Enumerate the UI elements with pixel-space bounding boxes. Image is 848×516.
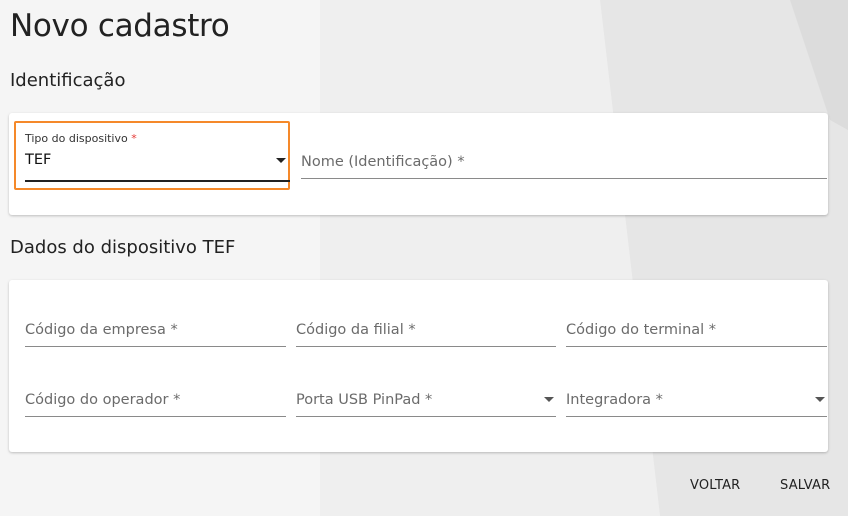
codigo-empresa-input[interactable]: Código da empresa * [25, 302, 286, 347]
dados-dispositivo-card: Código da empresa * Código da filial * C… [9, 280, 828, 452]
page-title: Novo cadastro [10, 8, 230, 44]
codigo-filial-input[interactable]: Código da filial * [296, 302, 556, 347]
dropdown-arrow-icon [544, 397, 554, 402]
tipo-dispositivo-select[interactable]: Tipo do dispositivo * TEF [25, 130, 290, 182]
required-mark: * [131, 132, 137, 145]
tipo-dispositivo-label: Tipo do dispositivo * [25, 132, 137, 145]
porta-usb-pinpad-select[interactable]: Porta USB PinPad * [296, 372, 556, 417]
codigo-operador-label: Código do operador * [25, 392, 181, 408]
section-title-identificacao: Identificação [10, 70, 126, 91]
codigo-terminal-label: Código do terminal * [566, 322, 717, 338]
tipo-dispositivo-value: TEF [25, 152, 52, 168]
tipo-dispositivo-label-text: Tipo do dispositivo [25, 132, 128, 145]
nome-identificacao-label: Nome (Identificação) * [301, 154, 465, 170]
codigo-filial-label: Código da filial * [296, 322, 416, 338]
voltar-button[interactable]: VOLTAR [684, 474, 746, 497]
porta-usb-pinpad-label: Porta USB PinPad * [296, 392, 433, 408]
codigo-operador-input[interactable]: Código do operador * [25, 372, 286, 417]
nome-identificacao-input[interactable]: Nome (Identificação) * [301, 134, 827, 179]
codigo-terminal-input[interactable]: Código do terminal * [566, 302, 827, 347]
dropdown-arrow-icon [276, 158, 286, 163]
codigo-empresa-label: Código da empresa * [25, 322, 178, 338]
integradora-label: Integradora * [566, 392, 663, 408]
page-container: Novo cadastro Identificação Tipo do disp… [0, 0, 848, 516]
section-title-dados-dispositivo: Dados do dispositivo TEF [10, 237, 236, 258]
identificacao-card: Tipo do dispositivo * TEF Nome (Identifi… [9, 113, 828, 215]
integradora-select[interactable]: Integradora * [566, 372, 827, 417]
dropdown-arrow-icon [815, 397, 825, 402]
salvar-button[interactable]: SALVAR [774, 474, 836, 497]
